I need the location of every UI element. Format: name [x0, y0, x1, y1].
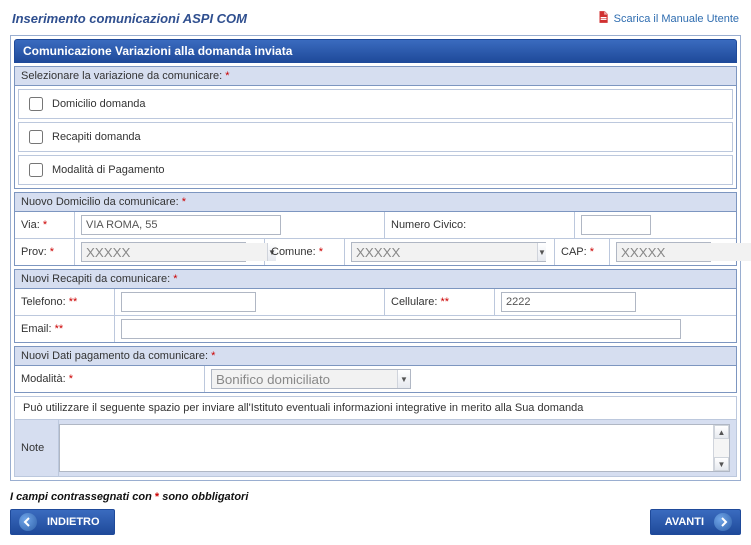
- check-recapiti-box[interactable]: [29, 130, 43, 144]
- chevron-down-icon: ▼: [397, 370, 410, 388]
- via-input[interactable]: [81, 215, 281, 235]
- arrow-right-icon: [714, 513, 732, 531]
- section-recapiti-header: Nuovi Recapiti da comunicare: *: [15, 270, 736, 289]
- info-hint: Può utilizzare il seguente spazio per in…: [14, 396, 737, 420]
- next-button-label: AVANTI: [665, 516, 704, 528]
- check-domicilio-label: Domicilio domanda: [52, 98, 146, 110]
- section-variazione: Selezionare la variazione da comunicare:…: [14, 66, 737, 189]
- modalita-select[interactable]: ▼: [211, 369, 411, 389]
- check-domicilio[interactable]: Domicilio domanda: [18, 89, 733, 119]
- section-domicilio: Nuovo Domicilio da comunicare: * Via: * …: [14, 192, 737, 266]
- section-domicilio-header: Nuovo Domicilio da comunicare: *: [15, 193, 736, 212]
- page-title: Inserimento comunicazioni ASPI COM: [12, 11, 247, 26]
- cap-select-value: [617, 243, 751, 261]
- civico-input[interactable]: [581, 215, 651, 235]
- telefono-label: Telefono: **: [15, 289, 115, 315]
- via-label: Via: *: [15, 212, 75, 238]
- cellulare-label: Cellulare: **: [385, 289, 495, 315]
- scroll-up-icon[interactable]: ▲: [714, 425, 729, 439]
- footer-note: I campi contrassegnati con * sono obblig…: [10, 491, 741, 503]
- civico-label: Numero Civico:: [385, 212, 575, 238]
- note-textarea[interactable]: [59, 424, 730, 472]
- cap-select[interactable]: ▼: [616, 242, 711, 262]
- section-recapiti: Nuovi Recapiti da comunicare: * Telefono…: [14, 269, 737, 343]
- prov-select[interactable]: ▼: [81, 242, 246, 262]
- main-panel: Comunicazione Variazioni alla domanda in…: [10, 35, 741, 481]
- check-recapiti[interactable]: Recapiti domanda: [18, 122, 733, 152]
- email-label: Email: **: [15, 316, 115, 342]
- scrollbar[interactable]: ▲ ▼: [713, 425, 729, 471]
- pdf-icon: [596, 10, 610, 27]
- check-recapiti-label: Recapiti domanda: [52, 131, 141, 143]
- panel-title: Comunicazione Variazioni alla domanda in…: [14, 39, 737, 63]
- check-pagamento[interactable]: Modalità di Pagamento: [18, 155, 733, 185]
- back-button-label: INDIETRO: [47, 516, 100, 528]
- telefono-input[interactable]: [121, 292, 256, 312]
- email-input[interactable]: [121, 319, 681, 339]
- section-variazione-header: Selezionare la variazione da comunicare:…: [15, 67, 736, 86]
- chevron-down-icon: ▼: [537, 243, 546, 261]
- back-button[interactable]: INDIETRO: [10, 509, 115, 535]
- comune-select-value: [352, 243, 537, 261]
- cellulare-input[interactable]: [501, 292, 636, 312]
- check-pagamento-label: Modalità di Pagamento: [52, 164, 165, 176]
- prov-label: Prov: *: [15, 239, 75, 265]
- manual-link[interactable]: Scarica il Manuale Utente: [596, 10, 739, 27]
- section-pagamento: Nuovi Dati pagamento da comunicare: * Mo…: [14, 346, 737, 393]
- prov-select-value: [82, 243, 267, 261]
- modalita-label: Modalità: *: [15, 366, 205, 392]
- check-pagamento-box[interactable]: [29, 163, 43, 177]
- check-domicilio-box[interactable]: [29, 97, 43, 111]
- note-row: Note ▲ ▼: [14, 420, 737, 477]
- cap-label: CAP: *: [555, 239, 610, 265]
- arrow-left-icon: [19, 513, 37, 531]
- manual-link-label: Scarica il Manuale Utente: [614, 13, 739, 25]
- comune-select[interactable]: ▼: [351, 242, 546, 262]
- section-pagamento-header: Nuovi Dati pagamento da comunicare: *: [15, 347, 736, 366]
- scroll-down-icon[interactable]: ▼: [714, 457, 729, 471]
- comune-label: Comune: *: [265, 239, 345, 265]
- note-label: Note: [15, 420, 59, 476]
- modalita-select-value: [212, 370, 397, 388]
- next-button[interactable]: AVANTI: [650, 509, 741, 535]
